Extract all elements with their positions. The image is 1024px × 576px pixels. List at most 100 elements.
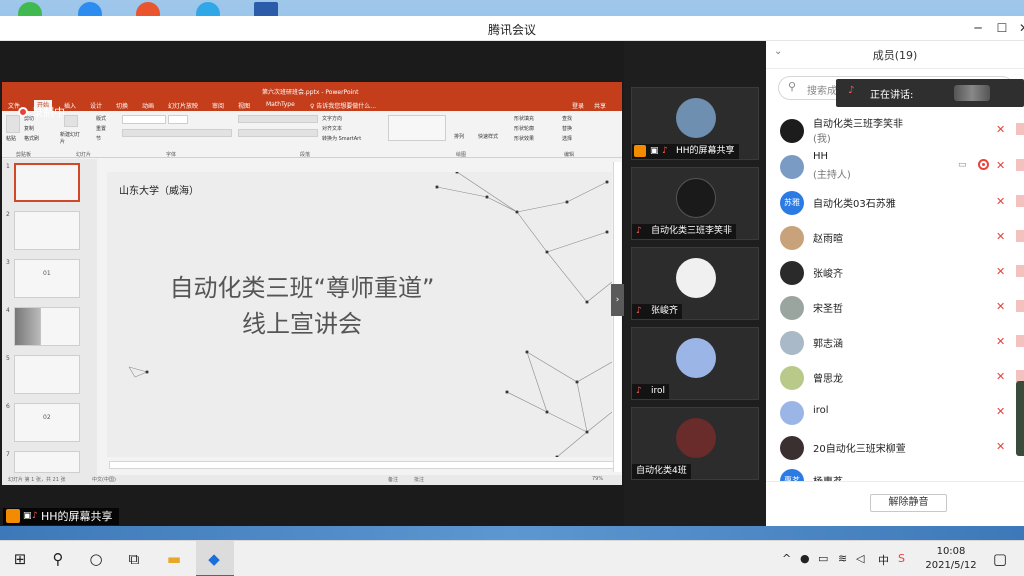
video-off-icon[interactable] [1016,159,1024,171]
file-explorer-icon[interactable]: ▬ [164,549,184,569]
video-off-icon[interactable] [1016,123,1024,135]
align-buttons[interactable] [238,129,318,137]
member-row[interactable]: 张峻齐 ✕ [766,255,1024,290]
video-off-icon[interactable] [1016,335,1024,347]
font-format-buttons[interactable] [122,129,232,137]
mic-muted-icon[interactable]: ✕ [996,405,1005,418]
video-tile[interactable]: ♪ 自动化类三班李笑非 [631,167,759,240]
member-row[interactable]: 赵雨暄 ✕ [766,220,1024,255]
notifications-icon[interactable]: ▢ [990,549,1010,569]
video-tile[interactable]: ♪ irol [631,327,759,400]
reset-label[interactable]: 重置 [96,125,106,132]
tencent-meeting-icon[interactable]: ◆ [204,549,224,569]
sogou-icon[interactable]: S [898,552,905,565]
unmute-all-button[interactable]: 解除静音 [870,494,947,512]
maximize-button[interactable]: ☐ [994,20,1010,36]
ppt-tell-me[interactable]: ♀ 告诉我您想要做什么... [310,101,376,110]
text-direction-label[interactable]: 文字方向 [322,115,342,122]
find-label[interactable]: 查找 [562,115,572,122]
volume-icon[interactable]: ◁ [856,552,864,565]
search-icon[interactable]: ⚲ [48,549,68,569]
member-row[interactable]: 曾思龙 ✕ [766,360,1024,395]
slide-thumbnail-selected[interactable] [14,163,80,202]
slide-thumbnail[interactable] [14,307,80,346]
desktop-app-icon[interactable] [136,2,160,16]
member-row[interactable]: 惠茗 杨惠茗 [766,463,1024,481]
close-button[interactable]: ✕ [1016,20,1024,36]
side-widget-handle[interactable] [1016,381,1024,456]
video-tile[interactable]: 自动化类4班 [631,407,759,480]
slide-thumbnail[interactable]: 02 [14,403,80,442]
ppt-tab[interactable]: 插入 [64,101,76,110]
zoom-level[interactable]: 79% [592,476,603,482]
video-tile[interactable]: ▣ ♪ HH的屏幕共享 [631,87,759,160]
mic-muted-icon[interactable]: ✕ [996,265,1005,278]
member-row[interactable]: 宋圣哲 ✕ [766,290,1024,325]
replace-label[interactable]: 替换 [562,125,572,132]
ppt-tab[interactable]: 审阅 [212,101,224,110]
mic-muted-icon[interactable]: ✕ [996,300,1005,313]
mic-icon[interactable]: ● [800,552,810,565]
ppt-tab[interactable]: 切换 [116,101,128,110]
ppt-signin[interactable]: 登录 [572,101,584,110]
slide-canvas[interactable]: 山东大学（威海） 自动化类三班“尊师重道” 线上宣讲会 [107,172,612,457]
member-row[interactable]: 郭志涵 ✕ [766,325,1024,360]
member-row[interactable]: HH (主持人) ▭ ✕ [766,149,1024,184]
task-view-icon[interactable]: ⧉ [124,549,144,569]
mic-muted-icon[interactable]: ✕ [996,230,1005,243]
video-off-icon[interactable] [1016,230,1024,242]
quick-styles-label[interactable]: 快速样式 [478,133,498,140]
shapes-gallery[interactable] [388,115,446,141]
minimize-button[interactable]: ─ [970,20,986,36]
slide-thumbnail[interactable] [14,451,80,473]
windows-start-icon[interactable]: ⊞ [10,549,30,569]
slide-thumbnail[interactable] [14,355,80,394]
member-row[interactable]: 苏雅 自动化类03石苏雅 ✕ [766,185,1024,220]
mic-muted-icon[interactable]: ✕ [996,335,1005,348]
ppt-horizontal-scrollbar[interactable] [109,461,614,469]
copy-label[interactable]: 复制 [24,125,34,132]
ppt-tab[interactable]: 视图 [238,101,250,110]
ppt-tab[interactable]: MathType [266,101,295,108]
chevron-up-icon[interactable]: ^ [782,552,791,565]
shape-effects-label[interactable]: 形状效果 [514,135,534,142]
mic-muted-icon[interactable]: ✕ [996,370,1005,383]
ppt-tab[interactable]: 动画 [142,101,154,110]
mic-muted-icon[interactable]: ✕ [996,440,1005,453]
layout-label[interactable]: 版式 [96,115,106,122]
slide-thumbnail[interactable] [14,211,80,250]
ppt-vertical-scrollbar[interactable] [613,162,621,472]
section-label[interactable]: 节 [96,135,101,142]
ppt-tab[interactable]: 设计 [90,101,102,110]
ppt-share[interactable]: 共享 [594,101,606,110]
desktop-app-icon[interactable] [254,2,278,16]
desktop-app-icon[interactable] [196,2,220,16]
desktop-app-icon[interactable] [18,2,42,16]
format-painter-label[interactable]: 格式刷 [24,135,39,142]
shape-fill-label[interactable]: 形状填充 [514,115,534,122]
list-buttons[interactable] [238,115,318,123]
video-off-icon[interactable] [1016,265,1024,277]
new-slide-icon[interactable] [64,115,78,127]
mic-muted-icon[interactable]: ✕ [996,159,1005,172]
shape-outline-label[interactable]: 形状轮廓 [514,125,534,132]
slide-thumbnail[interactable]: 01 [14,259,80,298]
ime-indicator[interactable]: 中 [878,552,889,568]
comments-toggle[interactable]: 批注 [414,476,424,483]
battery-icon[interactable]: ▭ [818,552,828,565]
mic-muted-icon[interactable]: ✕ [996,195,1005,208]
smartart-label[interactable]: 转换为 SmartArt [322,135,361,142]
font-size-dropdown[interactable] [168,115,188,124]
collapse-videos-button[interactable]: › [611,284,624,316]
font-name-dropdown[interactable] [122,115,166,124]
member-row[interactable]: 20自动化三班宋柳萱 ✕ [766,430,1024,465]
notes-toggle[interactable]: 备注 [388,476,398,483]
network-icon[interactable]: ≋ [838,552,847,565]
member-row[interactable]: irol ✕ [766,395,1024,430]
cortana-icon[interactable]: ○ [86,549,106,569]
arrange-label[interactable]: 排列 [454,133,464,140]
desktop-app-icon[interactable] [78,2,102,16]
video-tile[interactable]: ♪ 张峻齐 [631,247,759,320]
align-text-label[interactable]: 对齐文本 [322,125,342,132]
video-off-icon[interactable] [1016,195,1024,207]
